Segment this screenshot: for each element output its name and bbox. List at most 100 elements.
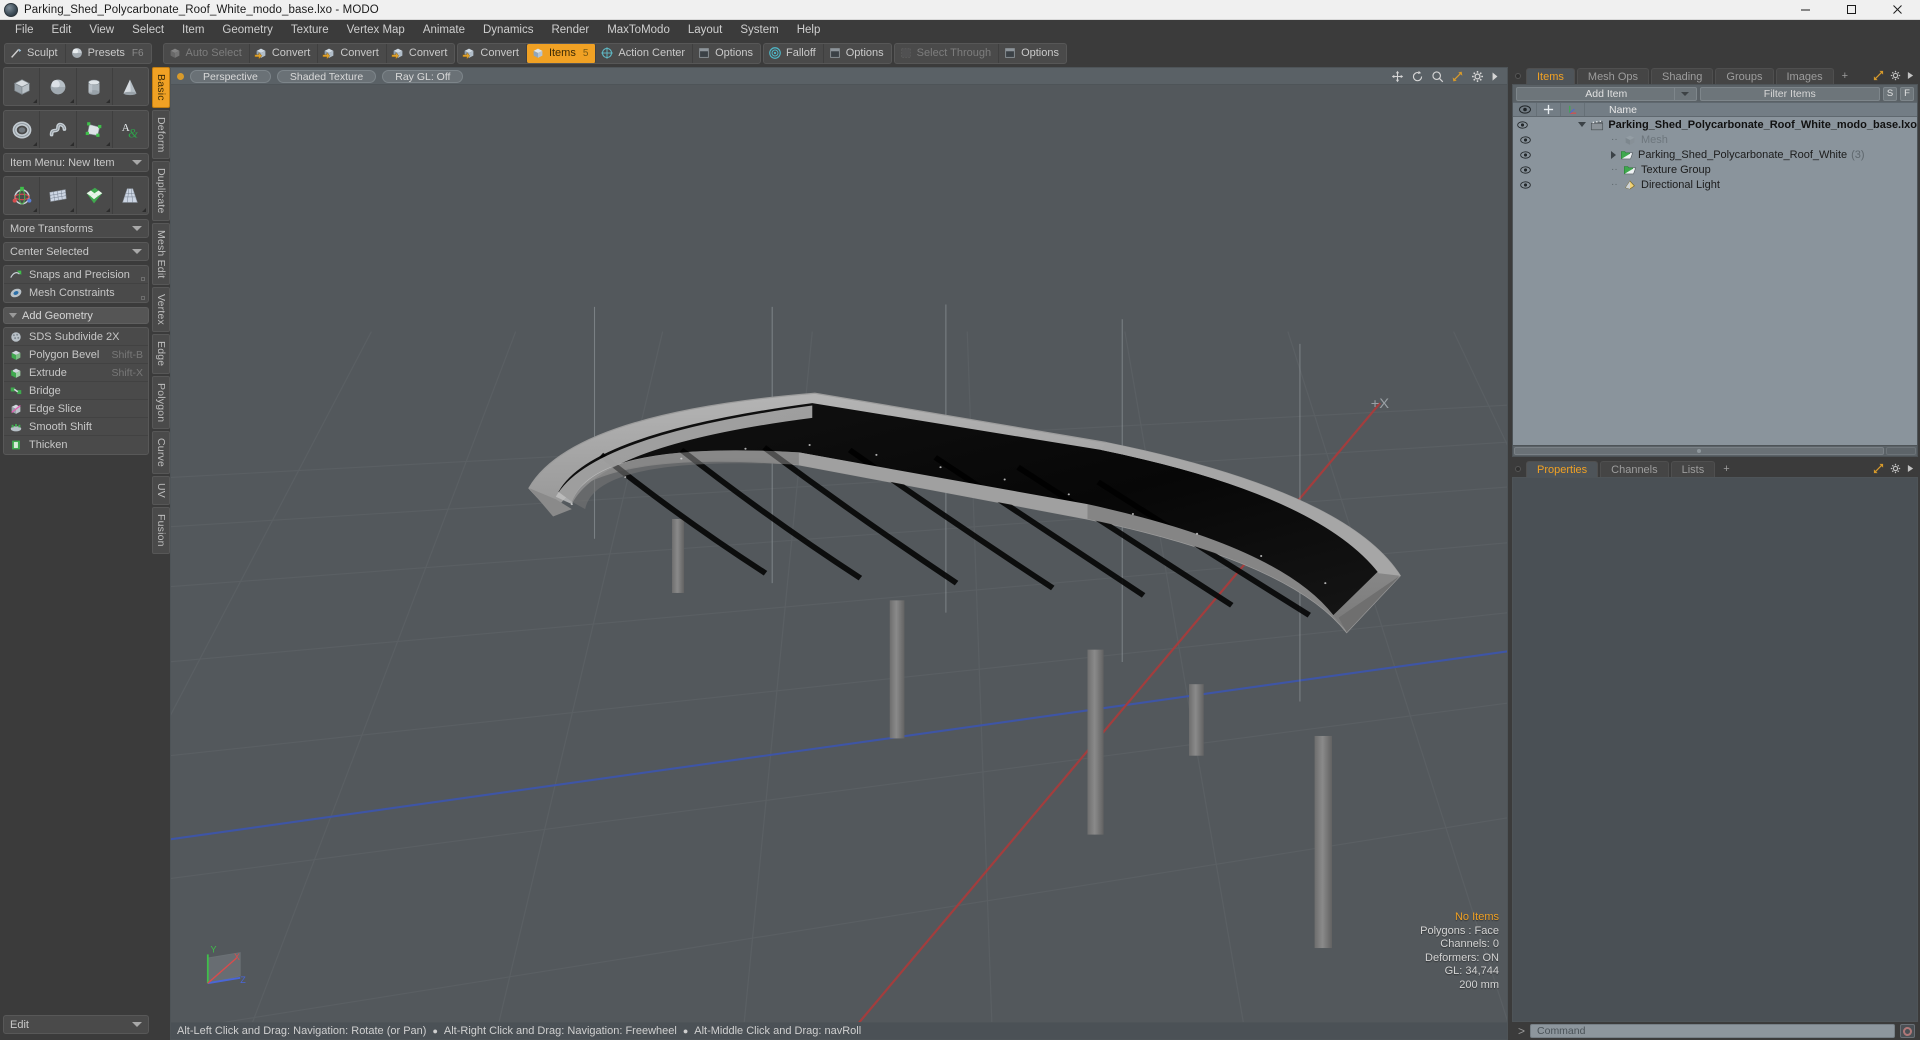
- vtab-edge[interactable]: Edge: [152, 334, 170, 374]
- panel-tab-properties[interactable]: Properties: [1526, 460, 1599, 477]
- toolbar-select-through-button[interactable]: Select Through: [895, 43, 1000, 63]
- viewport-3d[interactable]: +X Y X Z No Items Polygons: Face Channe…: [170, 84, 1508, 1023]
- panel-tab-items[interactable]: Items: [1526, 67, 1575, 84]
- toolbar-auto-select-button[interactable]: Auto Select: [164, 43, 250, 63]
- panel-tab-groups[interactable]: Groups: [1715, 67, 1774, 84]
- scroll-track-end[interactable]: [1886, 447, 1916, 455]
- toolbar-presets-button[interactable]: Presets F6: [66, 44, 151, 63]
- bend-tool-button[interactable]: [40, 177, 77, 214]
- tool-sds-subdivide-2x-button[interactable]: SDS Subdivide 2X: [4, 328, 148, 346]
- row-name-cell[interactable]: Parking_Shed_Polycarbonate_Roof_White (3): [1585, 148, 1917, 162]
- menu-texture[interactable]: Texture: [282, 20, 338, 41]
- cube-primitive-button[interactable]: [4, 68, 41, 105]
- menu-help[interactable]: Help: [788, 20, 830, 41]
- scroll-thumb[interactable]: [1514, 447, 1884, 455]
- filter-items-input[interactable]: Filter Items: [1699, 86, 1880, 101]
- maximize-button[interactable]: [1828, 0, 1874, 20]
- items-row[interactable]: ·· Directional Light: [1513, 177, 1917, 192]
- vtab-curve[interactable]: Curve: [152, 431, 170, 475]
- menu-edit[interactable]: Edit: [43, 20, 81, 41]
- record-button[interactable]: [1900, 1024, 1915, 1038]
- item-menu-dropdown[interactable]: Item Menu: New Item: [3, 153, 149, 172]
- items-tree[interactable]: Parking_Shed_Polycarbonate_Roof_White_mo…: [1513, 117, 1917, 445]
- tube-primitive-button[interactable]: [40, 111, 77, 148]
- shading-mode-button[interactable]: Shaded Texture: [276, 69, 377, 83]
- toolbar-items-button[interactable]: Items 5: [526, 43, 597, 63]
- vtab-uv[interactable]: UV: [152, 476, 170, 506]
- vtab-polygon[interactable]: Polygon: [152, 375, 170, 430]
- row-visibility-toggle[interactable]: [1513, 165, 1537, 174]
- tool-smooth-shift-button[interactable]: Smooth Shift: [4, 418, 148, 436]
- menu-select[interactable]: Select: [123, 20, 173, 41]
- menu-layout[interactable]: Layout: [679, 20, 732, 41]
- panel-tab-mesh ops[interactable]: Mesh Ops: [1576, 67, 1650, 84]
- panel-tab-channels[interactable]: Channels: [1600, 460, 1669, 477]
- sphere-primitive-button[interactable]: [40, 68, 77, 105]
- vtab-basic[interactable]: Basic: [152, 67, 170, 108]
- menu-maxtomodo[interactable]: MaxToModo: [598, 20, 679, 41]
- menu-item[interactable]: Item: [173, 20, 213, 41]
- raygl-button[interactable]: Ray GL: Off: [382, 69, 464, 83]
- items-horizontal-scrollbar[interactable]: [1512, 446, 1918, 457]
- add-geometry-header[interactable]: Add Geometry: [3, 307, 149, 324]
- gear-icon[interactable]: [1890, 463, 1901, 474]
- fit-icon[interactable]: [1451, 70, 1464, 83]
- edit-dropdown[interactable]: Edit: [3, 1015, 149, 1034]
- row-visibility-toggle[interactable]: [1513, 150, 1537, 159]
- filter-s-button[interactable]: S: [1883, 86, 1897, 101]
- row-visibility-toggle[interactable]: [1513, 135, 1537, 144]
- panel-tab-lists[interactable]: Lists: [1670, 460, 1716, 477]
- add-item-dropdown-arrow[interactable]: [1673, 87, 1696, 100]
- add-item-button[interactable]: Add Item: [1516, 86, 1697, 101]
- toolbar-options-button[interactable]: Options: [999, 44, 1066, 63]
- zoom-icon[interactable]: [1431, 70, 1444, 83]
- vtab-deform[interactable]: Deform: [152, 109, 170, 160]
- toolbar-convert-button[interactable]: Convert: [387, 44, 455, 63]
- items-row[interactable]: ·· Texture Group: [1513, 162, 1917, 177]
- toolbar-convert-button[interactable]: Convert: [318, 43, 387, 63]
- expand-icon[interactable]: [1873, 463, 1884, 474]
- vtab-fusion[interactable]: Fusion: [152, 507, 170, 554]
- view-mode-button[interactable]: Perspective: [190, 69, 271, 83]
- properties-panel[interactable]: [1512, 477, 1918, 1022]
- row-name-cell[interactable]: Parking_Shed_Polycarbonate_Roof_White_mo…: [1568, 118, 1917, 132]
- torus-primitive-button[interactable]: [4, 111, 41, 148]
- menu-vertex-map[interactable]: Vertex Map: [338, 20, 414, 41]
- items-row[interactable]: Parking_Shed_Polycarbonate_Roof_White_mo…: [1513, 117, 1917, 132]
- mesh-constraints-button[interactable]: Mesh Constraints: [4, 284, 148, 302]
- tool-extrude-button[interactable]: Extrude Shift-X: [4, 364, 148, 382]
- chevron-right-icon[interactable]: [1907, 70, 1914, 81]
- tool-edge-slice-button[interactable]: Edge Slice: [4, 400, 148, 418]
- more-transforms-dropdown[interactable]: More Transforms: [3, 219, 149, 238]
- vtab-duplicate[interactable]: Duplicate: [152, 161, 170, 221]
- flex-tool-button[interactable]: [77, 177, 113, 214]
- options-square-icon[interactable]: [141, 296, 145, 300]
- panel-tab-+[interactable]: +: [1717, 461, 1735, 477]
- transform-gizmo-button[interactable]: [4, 177, 41, 214]
- gear-icon[interactable]: [1890, 70, 1901, 81]
- row-visibility-toggle[interactable]: [1513, 180, 1537, 189]
- toolbar-options-button[interactable]: Options: [693, 44, 760, 63]
- menu-dynamics[interactable]: Dynamics: [474, 20, 542, 41]
- cone-primitive-button[interactable]: [113, 68, 148, 105]
- chevron-right-icon[interactable]: [1907, 463, 1914, 474]
- items-row[interactable]: Parking_Shed_Polycarbonate_Roof_White (3): [1513, 147, 1917, 162]
- row-name-cell[interactable]: ·· Texture Group: [1585, 163, 1917, 177]
- rotate-icon[interactable]: [1411, 70, 1424, 83]
- toolbar-sculpt-button[interactable]: Sculpt: [5, 43, 66, 63]
- disclosure-open-icon[interactable]: [1578, 122, 1587, 127]
- minimize-button[interactable]: [1782, 0, 1828, 20]
- vtab-vertex[interactable]: Vertex: [152, 287, 170, 333]
- taper-tool-button[interactable]: [113, 177, 148, 214]
- menu-file[interactable]: File: [6, 20, 43, 41]
- center-selected-dropdown[interactable]: Center Selected: [3, 242, 149, 261]
- chevron-right-icon[interactable]: [1491, 70, 1499, 83]
- filter-f-button[interactable]: F: [1900, 86, 1914, 101]
- menu-view[interactable]: View: [80, 20, 123, 41]
- toolbar-falloff-button[interactable]: Falloff: [764, 43, 824, 63]
- tool-polygon-bevel-button[interactable]: Polygon Bevel Shift-B: [4, 346, 148, 364]
- toolbar-options-button[interactable]: Options: [824, 44, 891, 63]
- items-row[interactable]: ·· Mesh: [1513, 132, 1917, 147]
- row-name-cell[interactable]: ·· Mesh: [1585, 133, 1917, 147]
- toolbar-action-center-button[interactable]: Action Center: [596, 43, 694, 63]
